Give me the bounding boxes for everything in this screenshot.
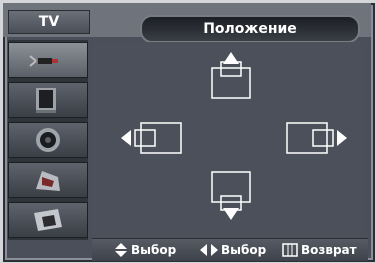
page-title: Положение [140,15,360,43]
right-arrow-icon [286,122,347,154]
hint-select-label: Выбор [221,243,267,257]
hint-return: Возврат [282,239,357,261]
move-down-control[interactable] [211,170,251,226]
hint-move: Выбор [114,239,176,261]
left-right-arrows-icon [200,244,218,256]
sidebar-item-setup[interactable] [8,202,88,238]
down-arrow-icon [211,171,251,220]
hint-bar: Выбор Выбор Возврат [92,238,368,261]
antenna-icon [29,55,58,67]
move-left-control[interactable] [119,120,183,160]
up-arrow-icon [211,52,251,99]
setup-icon [34,209,62,231]
hint-move-label: Выбор [131,243,177,257]
speaker-icon [36,128,60,152]
menu-button-icon [282,243,298,257]
move-up-control[interactable] [211,50,251,106]
picture-icon [36,88,56,113]
osd-window: TV Положение Выбор Выбор Возврат [0,0,376,263]
hint-return-label: Возврат [301,243,357,257]
sidebar-item-sound[interactable] [8,122,88,158]
sidebar-item-antenna[interactable] [8,42,88,78]
tv-tab[interactable]: TV [8,10,90,34]
up-down-arrows-icon [115,243,127,257]
sidebar-item-picture[interactable] [8,82,88,118]
left-arrow-icon [121,122,182,154]
sidebar-item-channel[interactable] [8,162,88,198]
move-right-control[interactable] [285,120,349,160]
channel-icon [36,171,60,191]
hint-select: Выбор [200,239,266,261]
